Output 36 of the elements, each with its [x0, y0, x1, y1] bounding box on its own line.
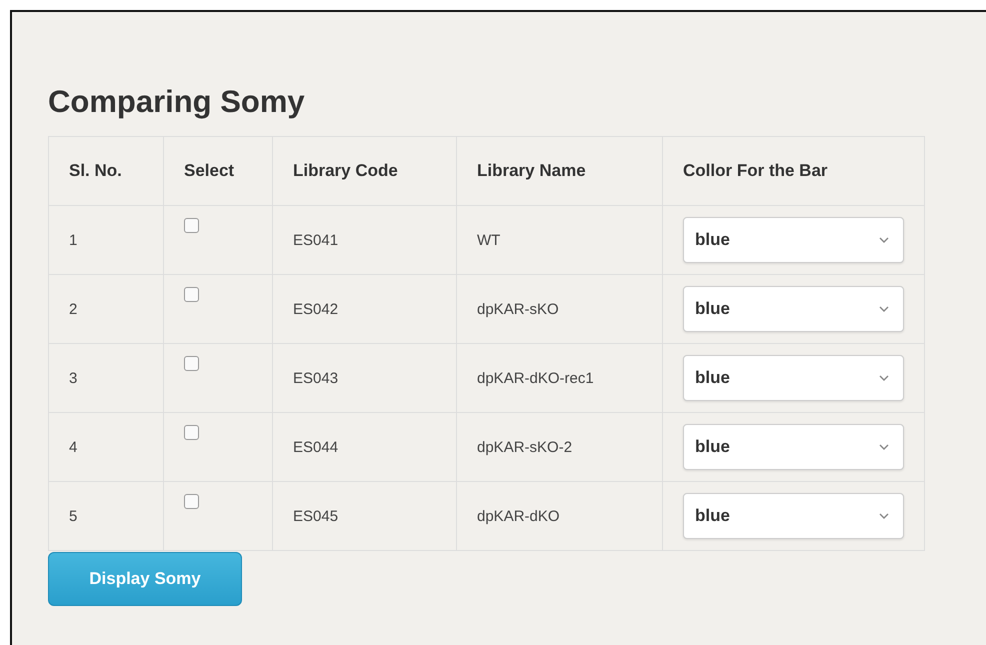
column-header: Library Name — [456, 136, 662, 206]
column-header: Library Code — [272, 136, 456, 206]
table-cell: 4 — [48, 412, 164, 482]
color-dropdown[interactable]: blue — [683, 424, 904, 470]
table-cell: ES042 — [272, 274, 456, 344]
color-dropdown[interactable]: blue — [683, 355, 904, 401]
table-cell: 1 — [48, 206, 164, 274]
table-cell: ES041 — [272, 206, 456, 274]
checkbox[interactable] — [184, 356, 199, 371]
color-dropdown[interactable]: blue — [683, 286, 904, 332]
table-cell: 2 — [48, 274, 164, 344]
color-dropdown[interactable]: blue — [683, 217, 904, 263]
chevron-down-icon — [879, 306, 889, 312]
table-cell: WT — [456, 206, 662, 274]
table-cell: dpKAR-sKO — [456, 274, 662, 344]
chevron-down-icon — [879, 513, 889, 519]
table-cell: ES045 — [272, 482, 456, 550]
checkbox[interactable] — [184, 287, 199, 302]
checkbox[interactable] — [184, 425, 199, 440]
checkbox[interactable] — [184, 494, 199, 509]
table-cell: 5 — [48, 482, 164, 550]
table-cell: dpKAR-dKO-rec1 — [456, 344, 662, 412]
column-header: Collor For the Bar — [662, 136, 924, 206]
color-dropdown[interactable]: blue — [683, 493, 904, 539]
chevron-down-icon — [879, 375, 889, 381]
chevron-down-icon — [879, 237, 889, 243]
table-cell: 3 — [48, 344, 164, 412]
column-header: Select — [164, 136, 272, 206]
chevron-down-icon — [879, 444, 889, 450]
table-cell: dpKAR-dKO — [456, 482, 662, 550]
page-title: Comparing Somy — [48, 84, 306, 120]
checkbox[interactable] — [184, 218, 199, 233]
table-cell: ES043 — [272, 344, 456, 412]
column-header: Sl. No. — [48, 136, 164, 206]
table-cell: dpKAR-sKO-2 — [456, 412, 662, 482]
table-cell: ES044 — [272, 412, 456, 482]
